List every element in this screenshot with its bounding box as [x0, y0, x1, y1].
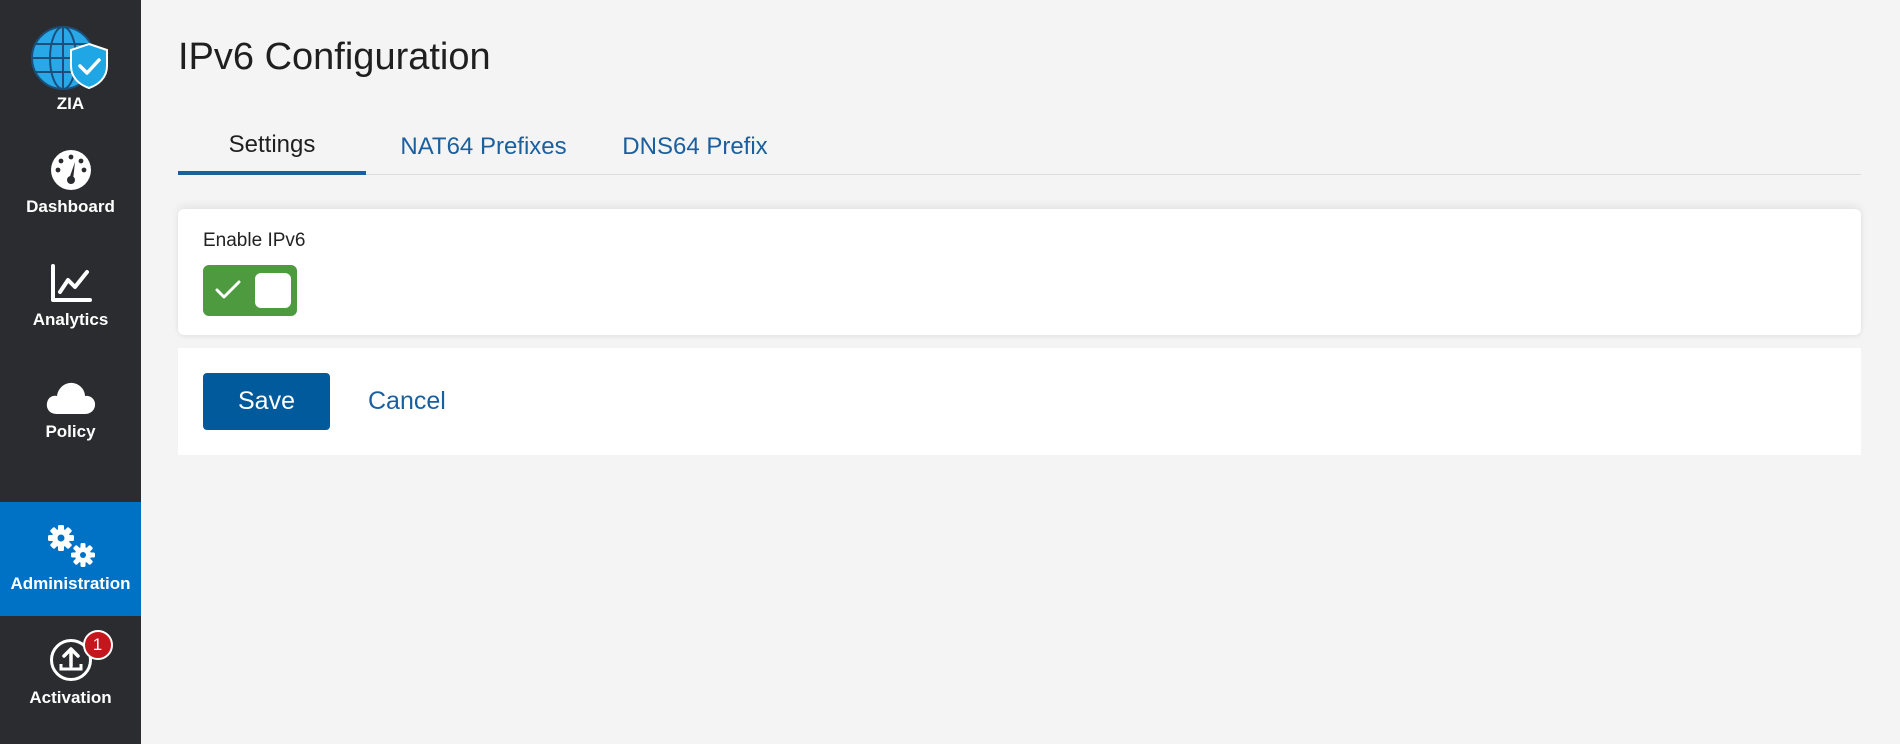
sidebar-item-label: ZIA: [56, 94, 85, 113]
enable-ipv6-toggle[interactable]: [203, 265, 297, 316]
sidebar-item-label: Administration: [10, 574, 131, 593]
dashboard-gauge-icon: [50, 149, 92, 191]
sidebar: ZIA Dashboard Analytics Policy Administr…: [0, 0, 141, 744]
enable-ipv6-label: Enable IPv6: [203, 230, 306, 251]
zia-globe-shield-icon: [30, 24, 111, 92]
tab-dns64-prefix[interactable]: DNS64 Prefix: [601, 118, 789, 175]
sidebar-item-analytics[interactable]: Analytics: [0, 240, 141, 354]
check-icon: [215, 279, 241, 306]
sidebar-item-administration[interactable]: Administration: [0, 502, 141, 616]
toggle-knob: [255, 273, 291, 308]
sidebar-item-dashboard[interactable]: Dashboard: [0, 126, 141, 240]
sidebar-item-activation[interactable]: 1 Activation: [0, 616, 141, 730]
upload-activation-icon: 1: [49, 630, 113, 682]
tab-bar: Settings NAT64 Prefixes DNS64 Prefix: [178, 118, 1861, 175]
tab-nat64-prefixes[interactable]: NAT64 Prefixes: [366, 118, 601, 175]
save-button[interactable]: Save: [203, 373, 330, 430]
main-content: IPv6 Configuration Settings NAT64 Prefix…: [141, 0, 1900, 744]
sidebar-item-zia[interactable]: ZIA: [0, 12, 141, 126]
cloud-icon: [45, 380, 97, 416]
sidebar-item-policy[interactable]: Policy: [0, 354, 141, 468]
sidebar-item-label: Policy: [45, 422, 96, 441]
notification-badge: 1: [82, 630, 113, 660]
page-title: IPv6 Configuration: [178, 36, 491, 78]
sidebar-item-label: Analytics: [32, 310, 109, 329]
tab-settings[interactable]: Settings: [178, 118, 366, 175]
cancel-button[interactable]: Cancel: [358, 373, 456, 430]
gears-icon: [45, 524, 97, 568]
settings-card: Enable IPv6: [178, 209, 1861, 335]
sidebar-item-label: Activation: [29, 688, 112, 707]
sidebar-item-label: Dashboard: [26, 197, 115, 216]
action-bar: Save Cancel: [178, 348, 1861, 455]
line-chart-icon: [50, 264, 92, 304]
